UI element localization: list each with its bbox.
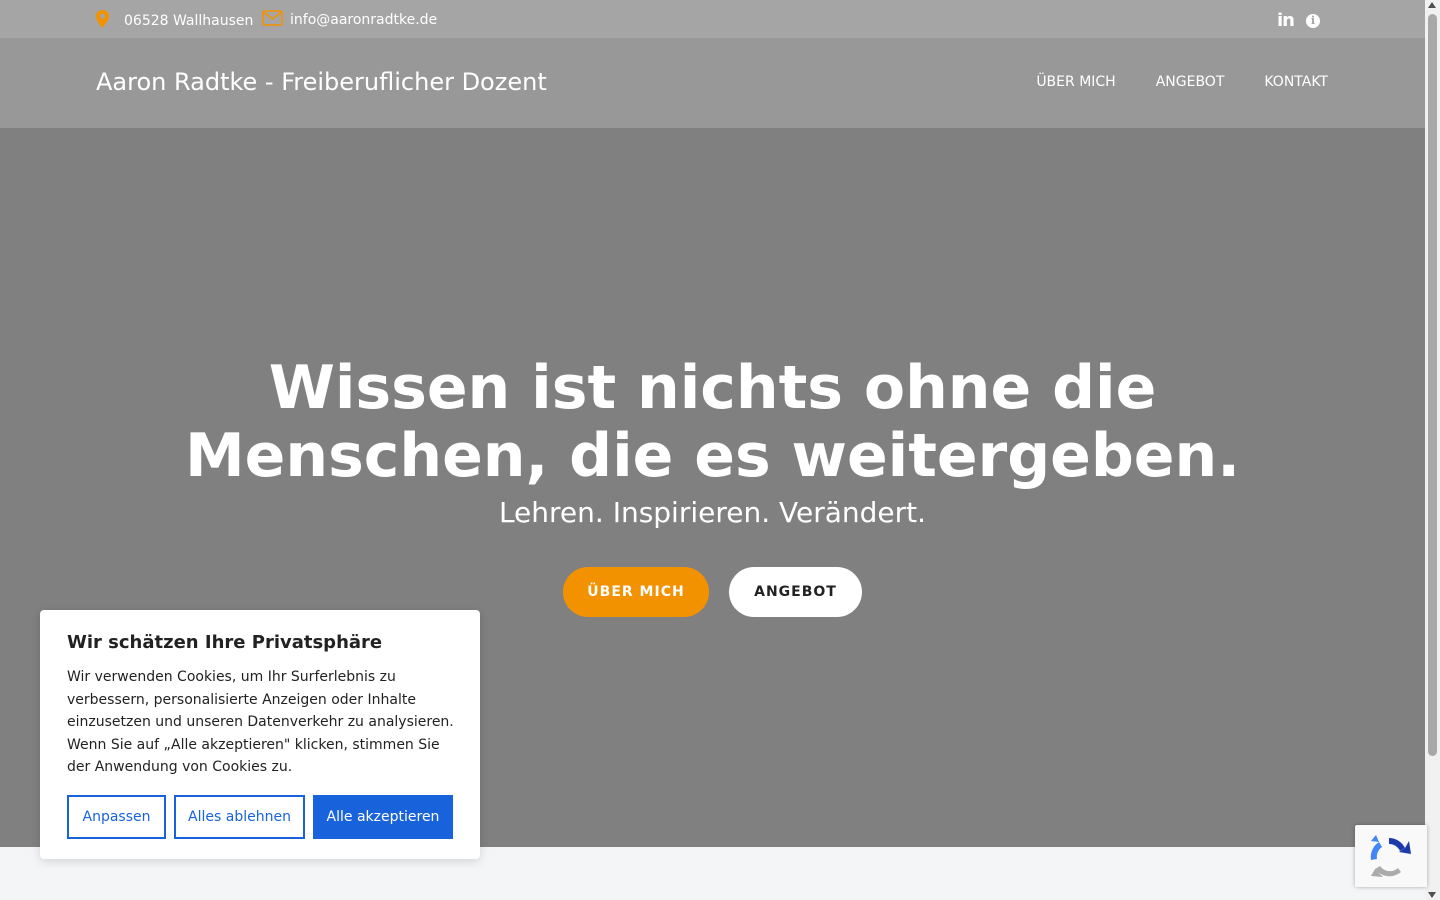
location-text: 06528 Wallhausen — [124, 13, 254, 29]
scroll-down-arrow-icon[interactable] — [1428, 892, 1436, 898]
cookie-banner-title: Wir schätzen Ihre Privatsphäre — [67, 632, 383, 653]
accept-all-button[interactable]: Alle akzeptieren — [313, 795, 453, 839]
scrollbar-thumb[interactable] — [1428, 14, 1437, 756]
envelope-icon — [262, 10, 283, 30]
linkedin-icon[interactable]: in — [1277, 10, 1295, 31]
recaptcha-badge[interactable] — [1355, 825, 1427, 887]
social-links: in i — [1277, 10, 1320, 31]
customize-button[interactable]: Anpassen — [67, 795, 166, 839]
cookie-consent-banner: Wir schätzen Ihre Privatsphäre Wir verwe… — [40, 610, 480, 859]
page-scrollbar[interactable] — [1425, 0, 1440, 900]
hero-subline: Lehren. Inspirieren. Verändert. — [498, 496, 927, 529]
main-navbar: Aaron Radtke - Freiberuflicher Dozent ÜB… — [0, 38, 1425, 128]
hero-headline-line2: Menschen, die es weitergeben. — [184, 421, 1241, 491]
email-link[interactable]: info@aaronradtke.de — [290, 12, 437, 28]
hero-headline-line1: Wissen ist nichts ohne die — [268, 353, 1157, 423]
info-icon[interactable]: i — [1305, 13, 1320, 28]
cookie-banner-buttons: Anpassen Alles ablehnen Alle akzeptieren — [67, 795, 453, 839]
nav-item-kontakt[interactable]: KONTAKT — [1264, 74, 1328, 90]
hero-headline: Wissen ist nichts ohne die Menschen, die… — [0, 354, 1425, 490]
map-pin-icon — [96, 10, 109, 32]
angebot-button[interactable]: ANGEBOT — [729, 567, 862, 617]
hero-buttons: ÜBER MICH ANGEBOT — [563, 567, 862, 617]
ueber-mich-button[interactable]: ÜBER MICH — [563, 567, 709, 617]
nav-item-angebot[interactable]: ANGEBOT — [1156, 74, 1225, 90]
reject-all-button[interactable]: Alles ablehnen — [174, 795, 305, 839]
email-info[interactable]: info@aaronradtke.de — [262, 10, 437, 30]
nav-item-ueber-mich[interactable]: ÜBER MICH — [1036, 74, 1115, 90]
scroll-up-arrow-icon[interactable] — [1428, 2, 1436, 8]
top-info-bar: 06528 Wallhausen info@aaronradtke.de in … — [0, 0, 1425, 38]
location-info: 06528 Wallhausen — [96, 10, 253, 32]
recaptcha-icon — [1355, 835, 1427, 891]
main-menu: ÜBER MICH ANGEBOT KONTAKT — [1036, 74, 1328, 90]
cookie-banner-text: Wir verwenden Cookies, um Ihr Surferlebn… — [67, 669, 454, 776]
site-title[interactable]: Aaron Radtke - Freiberuflicher Dozent — [96, 68, 547, 96]
